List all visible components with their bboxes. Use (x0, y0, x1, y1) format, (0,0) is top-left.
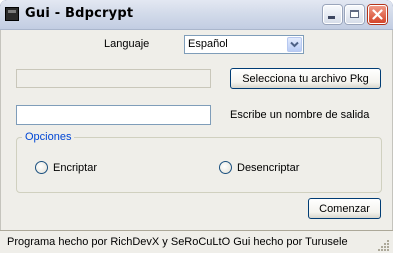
app-window: Gui - Bdpcrypt Languaje Español Seleccio… (0, 0, 393, 253)
decrypt-label[interactable]: Desencriptar (237, 162, 299, 174)
minimize-icon (328, 16, 335, 19)
maximize-icon (350, 10, 359, 18)
window-title: Gui - Bdpcrypt (25, 6, 134, 21)
status-text: Programa hecho por RichDevX y SeRoCuLtO … (7, 236, 348, 248)
maximize-button[interactable] (345, 5, 364, 24)
close-button[interactable] (368, 5, 387, 24)
encrypt-label[interactable]: Encriptar (53, 162, 97, 174)
close-icon (369, 6, 386, 23)
status-bar: Programa hecho por RichDevX y SeRoCuLtO … (0, 230, 393, 253)
start-button[interactable]: Comenzar (308, 198, 381, 219)
language-selected-value: Español (188, 38, 228, 50)
title-bar[interactable]: Gui - Bdpcrypt (0, 0, 393, 30)
output-name-input[interactable] (16, 105, 211, 125)
language-select[interactable]: Español (184, 35, 304, 54)
encrypt-radio[interactable] (35, 161, 48, 174)
chevron-down-icon (290, 41, 299, 48)
app-icon (5, 7, 19, 21)
decrypt-radio[interactable] (219, 161, 232, 174)
select-pkg-button[interactable]: Selecciona tu archivo Pkg (230, 68, 381, 89)
file-path-field (16, 69, 211, 88)
language-label: Languaje (104, 38, 150, 50)
resize-grip-icon[interactable] (378, 239, 390, 251)
dropdown-button[interactable] (287, 37, 302, 52)
minimize-button[interactable] (323, 5, 342, 24)
options-legend: Opciones (22, 131, 75, 143)
output-name-label: Escribe un nombre de salida (230, 109, 370, 121)
